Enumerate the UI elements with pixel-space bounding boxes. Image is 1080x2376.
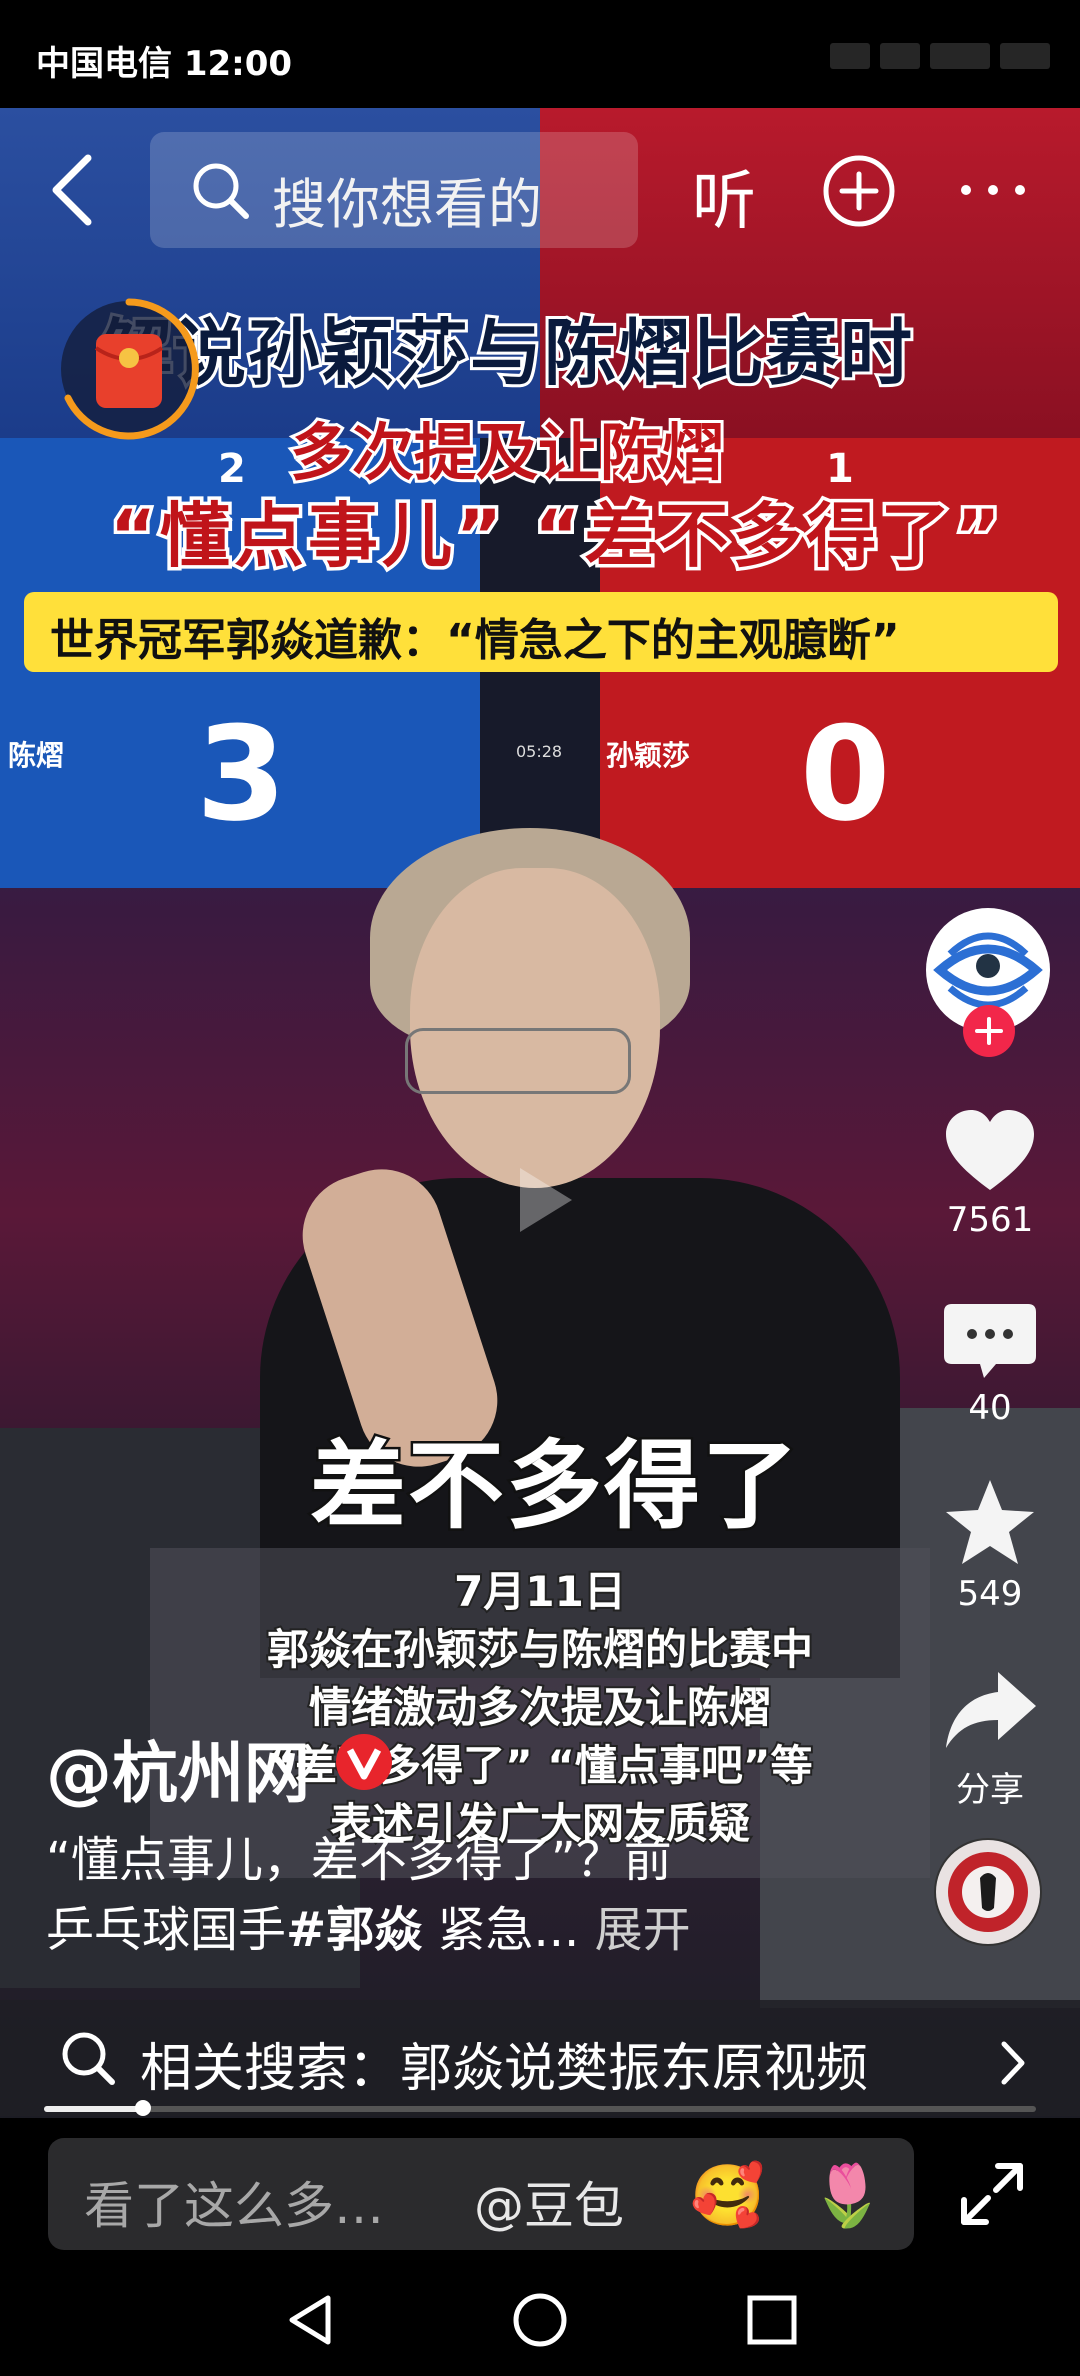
- caption-line: 郭焱在孙颖莎与陈熠的比赛中: [265, 1623, 815, 1676]
- headline-line2: 多次提及让陈熠: [287, 413, 727, 492]
- status-icons: [820, 36, 1050, 76]
- yellow-banner-text: 世界冠军郭焱道歉：“情急之下的主观臆断”: [50, 615, 900, 666]
- author-name[interactable]: @杭州网: [46, 1720, 310, 1816]
- caption-line: 7月11日: [452, 1565, 628, 1618]
- headline-line3: “懂点事儿” “差不多得了”: [106, 492, 1005, 581]
- post-description-line1: “懂点事儿，差不多得了”？前: [46, 1832, 672, 1888]
- nav-back-icon[interactable]: [280, 2290, 340, 2350]
- listen-button[interactable]: 听: [692, 150, 756, 242]
- music-disc-icon: [936, 1840, 1040, 1944]
- desc-suffix: 紧急...: [422, 1902, 580, 1958]
- search-icon: [193, 163, 249, 219]
- player-left-name: 陈熠: [8, 739, 65, 772]
- more-icon[interactable]: [958, 180, 1028, 200]
- add-circle-icon[interactable]: [822, 154, 896, 228]
- emoji-tulip-icon[interactable]: 🌷: [810, 2160, 885, 2231]
- comment-placeholder[interactable]: 看了这么多…: [84, 2166, 384, 2238]
- search-placeholder[interactable]: 搜你想看的: [272, 160, 542, 239]
- post-description-line2: 乒乓球国手#郭焱 紧急... 展开: [46, 1890, 691, 1960]
- desc-prefix: 乒乓球国手: [46, 1902, 287, 1958]
- favorite-count: 549: [957, 1574, 1023, 1614]
- expand-button[interactable]: 展开: [595, 1902, 691, 1958]
- like-count: 7561: [946, 1200, 1034, 1240]
- like-heart-icon[interactable]: [940, 1106, 1040, 1196]
- verified-badge-icon: [336, 1734, 392, 1790]
- related-search-text[interactable]: 相关搜索：郭焱说樊振东原视频: [140, 2026, 868, 2101]
- search-icon: [62, 2032, 115, 2085]
- back-icon[interactable]: [44, 150, 104, 230]
- video-subtitle: 差不多得了: [308, 1428, 801, 1545]
- fullscreen-icon[interactable]: [958, 2160, 1026, 2228]
- favorite-star-icon[interactable]: [940, 1478, 1040, 1568]
- status-bar: 中国电信 12:00: [0, 0, 1080, 108]
- follow-plus-icon[interactable]: [962, 1004, 1016, 1058]
- nav-recent-icon[interactable]: [742, 2290, 802, 2350]
- chevron-right-icon[interactable]: [998, 2038, 1028, 2088]
- game-right: 0: [800, 698, 891, 850]
- red-packet-icon[interactable]: [56, 296, 202, 442]
- comment-icon[interactable]: [940, 1298, 1040, 1388]
- game-left: 3: [196, 698, 287, 850]
- progress-fill: [44, 2106, 144, 2112]
- hashtag-link[interactable]: #郭焱: [286, 1902, 422, 1958]
- nav-home-icon[interactable]: [510, 2290, 570, 2350]
- glasses: [405, 1028, 631, 1094]
- mention-doubao[interactable]: @豆包: [474, 2166, 624, 2238]
- carrier-time: 中国电信 12:00: [36, 44, 293, 84]
- headline-line1: 解说孙颖莎与陈熠比赛时: [97, 308, 915, 398]
- emoji-smiling-icon[interactable]: 🥰: [690, 2160, 765, 2231]
- share-arrow-icon[interactable]: [940, 1666, 1040, 1756]
- play-icon[interactable]: [490, 1150, 590, 1250]
- player-right-name: 孙颖莎: [606, 739, 691, 772]
- music-disc[interactable]: [934, 1838, 1042, 1946]
- match-clock: 05:28: [516, 742, 563, 761]
- progress-track[interactable]: [44, 2106, 1036, 2112]
- comment-count: 40: [968, 1388, 1012, 1428]
- share-label[interactable]: 分享: [900, 1762, 1080, 1811]
